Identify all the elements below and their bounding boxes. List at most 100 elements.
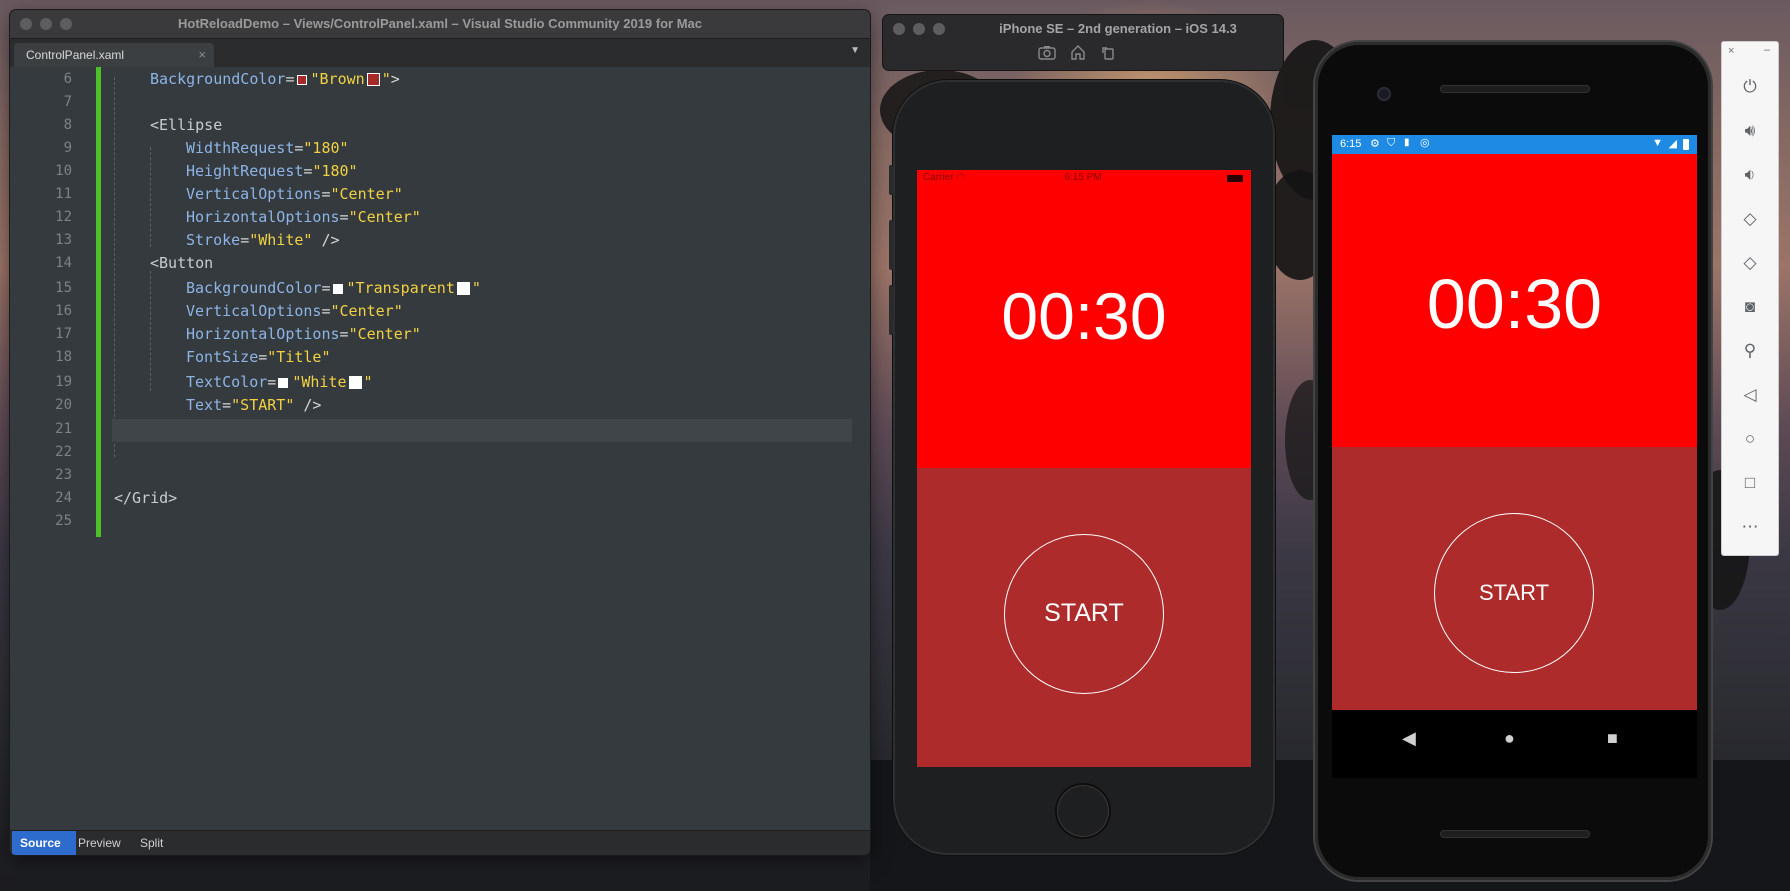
- rotate-icon[interactable]: [1100, 45, 1116, 64]
- home-button[interactable]: [1055, 783, 1111, 839]
- minimize-emulator-button[interactable]: –: [1764, 44, 1770, 56]
- recents-icon[interactable]: ■: [1607, 728, 1618, 749]
- camera-icon[interactable]: ◙: [1722, 297, 1778, 317]
- ios-simulator-titlebar: iPhone SE – 2nd generation – iOS 14.3: [883, 15, 1283, 70]
- code-text: WidthRequest="180": [186, 139, 349, 157]
- tab-preview[interactable]: Preview: [70, 831, 129, 855]
- line-number: 15: [55, 280, 72, 296]
- simulator-toolbar: [1038, 45, 1116, 64]
- code-line: 21: [10, 417, 870, 441]
- line-number: 10: [55, 163, 72, 179]
- more-icon[interactable]: ⋯: [1722, 517, 1778, 537]
- code-text: HeightRequest="180": [186, 162, 358, 180]
- rotate-left-icon[interactable]: ◇: [1722, 209, 1778, 229]
- close-emulator-button[interactable]: ×: [1728, 45, 1734, 57]
- code-line: 8 <Ellipse: [10, 113, 870, 137]
- code-line: 10 HeightRequest="180": [10, 159, 870, 183]
- line-number: 24: [55, 490, 72, 506]
- color-swatch-white[interactable]: [456, 282, 470, 295]
- line-number: 14: [55, 255, 72, 271]
- chevron-down-icon[interactable]: ▼: [850, 45, 860, 56]
- color-swatch-brown[interactable]: [296, 75, 307, 85]
- code-line: 7: [10, 90, 870, 114]
- screenshot-icon[interactable]: [1038, 45, 1056, 64]
- code-line: 12 HorizontalOptions="Center": [10, 205, 870, 229]
- line-number: 7: [63, 94, 72, 110]
- tab-split[interactable]: Split: [132, 831, 171, 855]
- code-line: 16 VerticalOptions="Center": [10, 299, 870, 323]
- code-text: FontSize="Title": [186, 348, 331, 366]
- line-number: 16: [55, 303, 72, 319]
- home-icon[interactable]: [1070, 45, 1086, 64]
- zoom-window-button[interactable]: [933, 23, 945, 35]
- android-status-bar: 6:15 ⚙ ⛉ ▮ ◎ ▼ ◢: [1332, 135, 1697, 154]
- line-number: 6: [63, 71, 72, 87]
- code-text: Stroke="White" />: [186, 231, 340, 249]
- timer-panel: Carrier ◠ 6:15 PM 00:30: [917, 170, 1251, 468]
- ios-app-screen: Carrier ◠ 6:15 PM 00:30 START: [917, 170, 1251, 767]
- line-number: 12: [55, 209, 72, 225]
- color-swatch-white[interactable]: [348, 376, 362, 389]
- code-text: TextColor= "White ": [186, 373, 373, 391]
- home-icon[interactable]: ○: [1722, 429, 1778, 449]
- color-swatch-brown[interactable]: [366, 73, 380, 86]
- tab-controlpanel-xaml[interactable]: ControlPanel.xaml ×: [14, 43, 214, 67]
- color-swatch-white[interactable]: [332, 284, 343, 294]
- silent-switch[interactable]: [889, 165, 893, 195]
- code-line: 22: [10, 440, 870, 464]
- line-number: 23: [55, 467, 72, 483]
- tab-source[interactable]: Source: [12, 831, 76, 855]
- code-text: Text="START" />: [186, 396, 322, 414]
- back-icon[interactable]: ◀: [1402, 728, 1416, 749]
- volume-down-button[interactable]: [889, 285, 893, 335]
- volume-down-icon[interactable]: 🔉︎: [1722, 165, 1778, 185]
- start-button-label: START: [1044, 599, 1124, 627]
- volume-up-button[interactable]: [889, 220, 893, 270]
- start-button[interactable]: START: [1434, 513, 1594, 673]
- code-text: </Grid>: [114, 489, 178, 507]
- bottom-speaker: [1440, 830, 1590, 838]
- volume-up-icon[interactable]: 🔊︎: [1722, 121, 1778, 141]
- line-number: 11: [55, 186, 72, 202]
- line-number: 8: [63, 117, 72, 133]
- code-line: 19 TextColor= "White ": [10, 370, 870, 394]
- code-text: <Ellipse: [150, 116, 223, 134]
- rotate-right-icon[interactable]: ◇: [1722, 253, 1778, 273]
- shield-icon: ⛉: [1387, 137, 1396, 149]
- timer-display: 00:30: [1001, 279, 1167, 353]
- line-number: 18: [55, 349, 72, 365]
- android-navigation-bar: ◀ ● ■: [1332, 710, 1697, 778]
- status-time: 6:15: [1340, 138, 1362, 150]
- iphone-device-frame: Carrier ◠ 6:15 PM 00:30 START: [889, 80, 1275, 855]
- window-title: HotReloadDemo – Views/ControlPanel.xaml …: [178, 16, 702, 31]
- battery-icon: [1683, 139, 1689, 150]
- code-editor[interactable]: 6 BackgroundColor= "Brown "> 7 8 <Ellipse …: [10, 67, 870, 831]
- start-button-label: START: [1478, 580, 1550, 605]
- line-number: 22: [55, 444, 72, 460]
- ide-window: HotReloadDemo – Views/ControlPanel.xaml …: [10, 10, 870, 855]
- overview-icon[interactable]: □: [1722, 473, 1778, 493]
- home-icon[interactable]: ●: [1504, 728, 1515, 749]
- code-line: 24 </Grid>: [10, 486, 870, 510]
- code-text: HorizontalOptions="Center": [186, 325, 421, 343]
- zoom-icon[interactable]: ⚲: [1722, 341, 1778, 361]
- emulator-toolbar: × – ⏻ 🔊︎ 🔉︎ ◇ ◇ ◙ ⚲ ◁ ○ □ ⋯: [1722, 42, 1778, 555]
- close-tab-icon[interactable]: ×: [198, 43, 206, 67]
- minimize-window-button[interactable]: [913, 23, 925, 35]
- code-line: 11 VerticalOptions="Center": [10, 182, 870, 206]
- battery-icon: [1227, 175, 1243, 182]
- earpiece-speaker: [1440, 85, 1590, 93]
- sd-card-icon: ▮: [1404, 137, 1410, 148]
- power-icon[interactable]: ⏻: [1722, 77, 1778, 97]
- start-button[interactable]: START: [1004, 534, 1164, 694]
- code-line: 18 FontSize="Title": [10, 345, 870, 369]
- line-number: 9: [63, 140, 72, 156]
- line-number: 21: [55, 421, 72, 437]
- window-controls: [893, 23, 945, 35]
- ios-status-bar: Carrier ◠ 6:15 PM: [923, 172, 1243, 186]
- wifi-icon: ▼: [1652, 137, 1663, 149]
- color-swatch-white[interactable]: [278, 378, 289, 388]
- close-window-button[interactable]: [893, 23, 905, 35]
- timer-panel: 00:30: [1332, 154, 1697, 447]
- back-icon[interactable]: ◁: [1722, 385, 1778, 405]
